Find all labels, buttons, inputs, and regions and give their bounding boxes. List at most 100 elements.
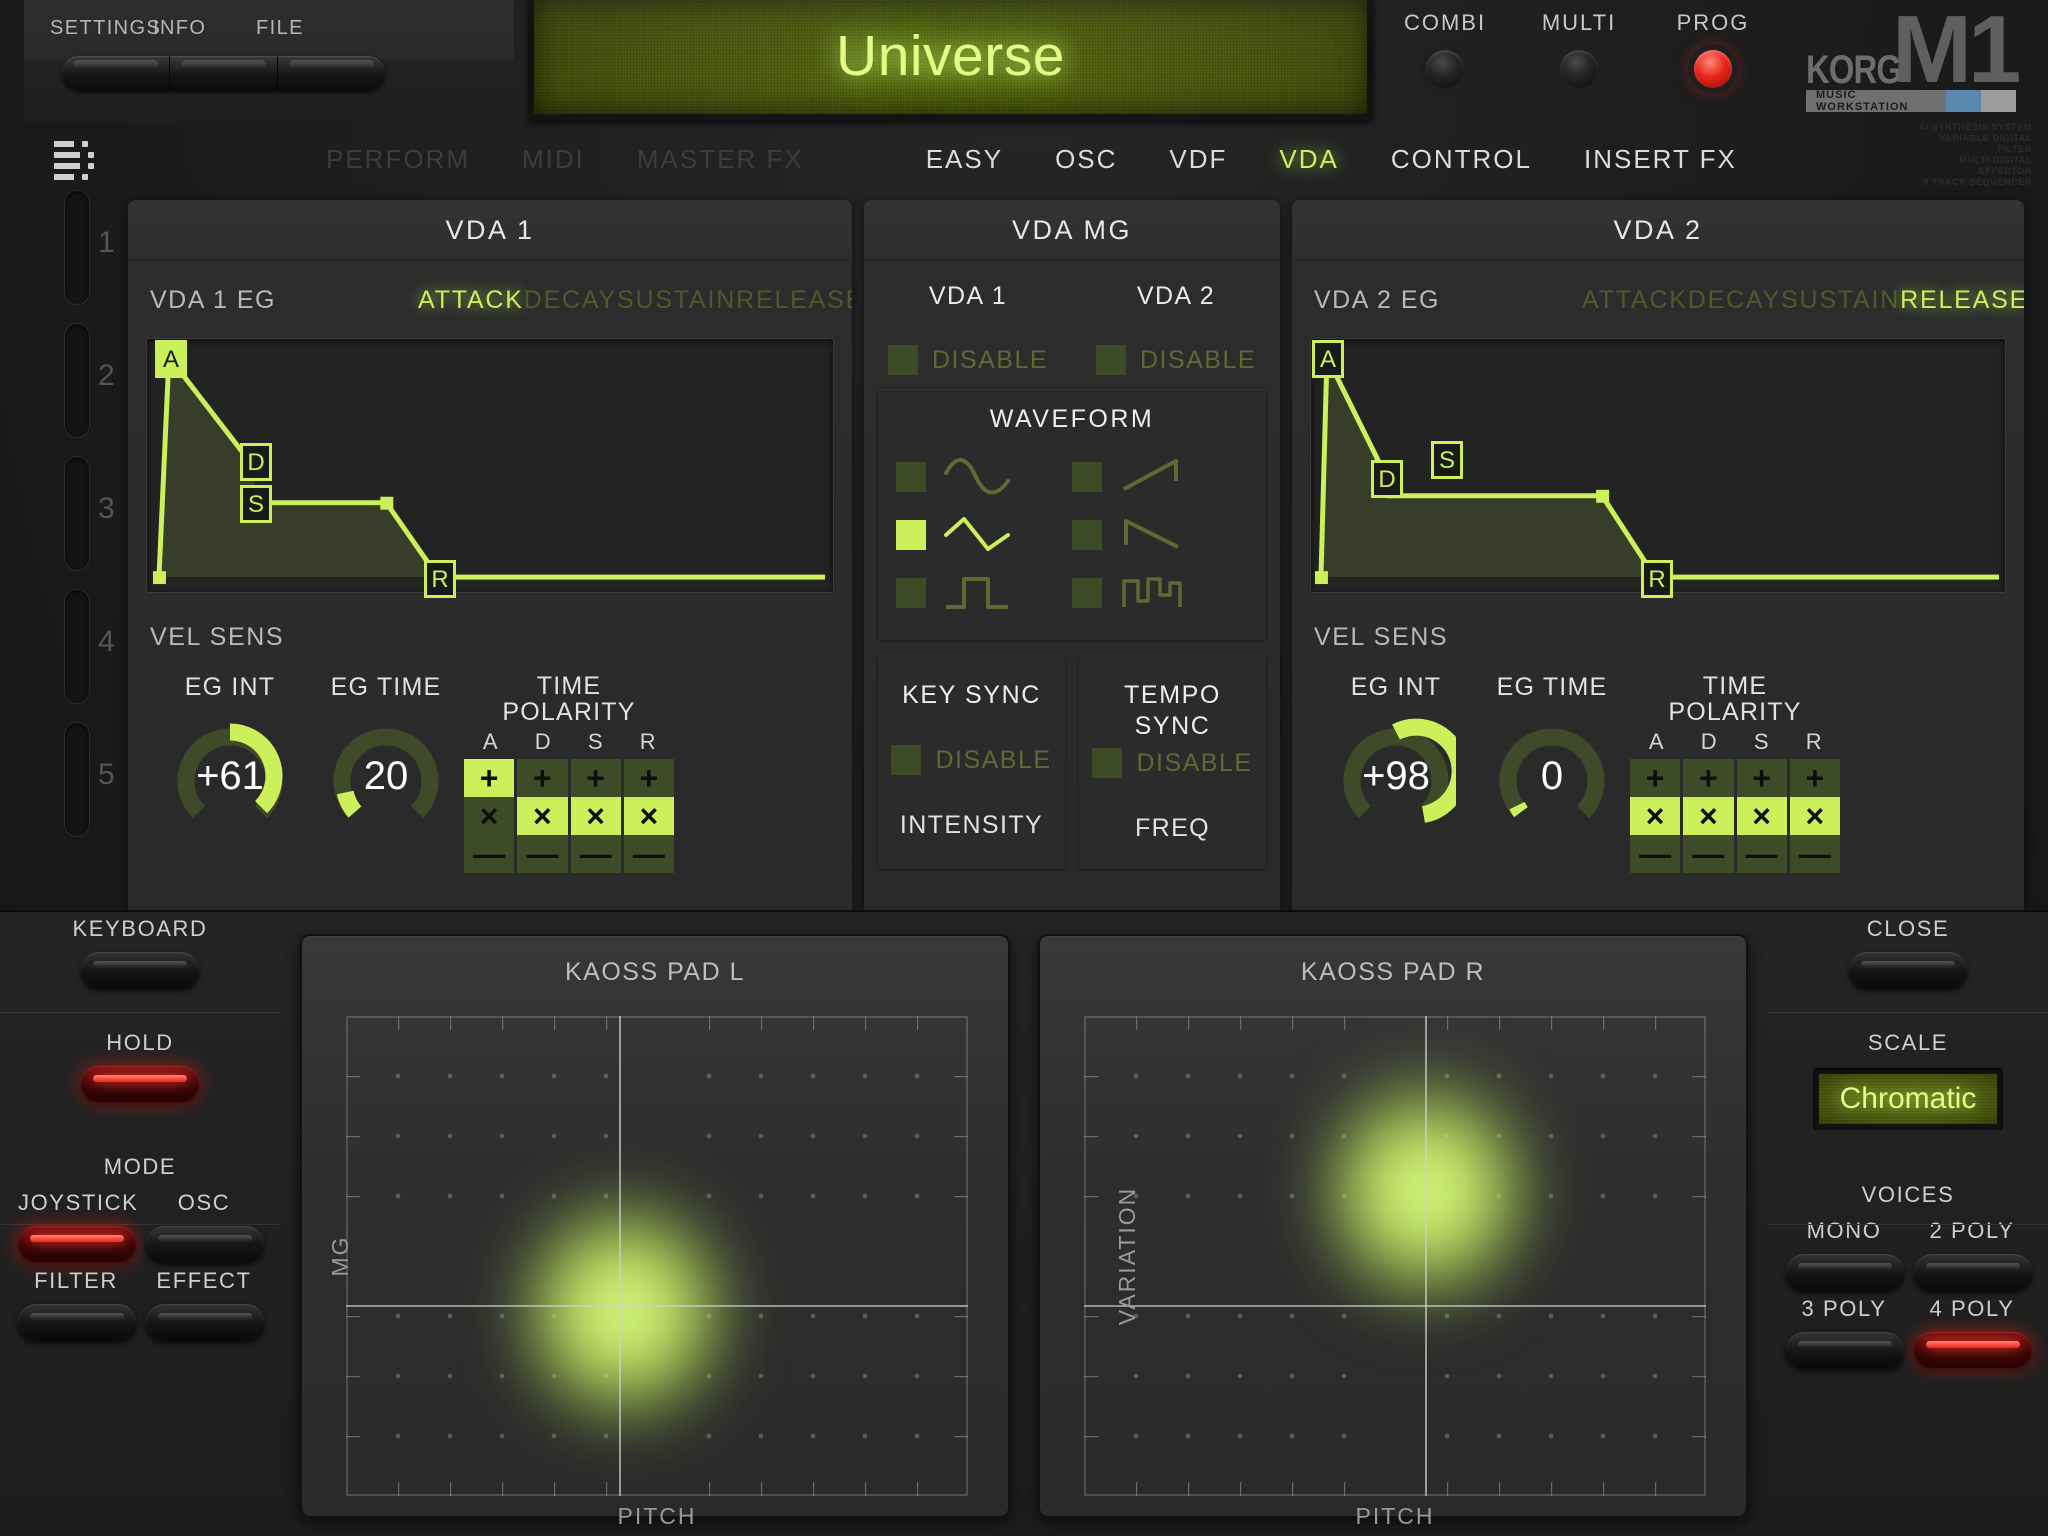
vda1-pol-a-plus[interactable]: + <box>464 759 515 797</box>
kaoss-pad-right[interactable]: KAOSS PAD R VARIATION PITCH <box>1038 934 1748 1529</box>
tab-easy[interactable]: EASY <box>900 144 1029 175</box>
lcd-display[interactable]: Universe <box>528 0 1373 120</box>
vda1-pol-s-cross[interactable]: × <box>570 797 621 835</box>
voices-mono-button[interactable] <box>1786 1254 1904 1290</box>
waveform-option-sine[interactable] <box>896 448 1072 506</box>
vda1-pol-d-plus[interactable]: + <box>517 759 567 797</box>
tab-osc[interactable]: OSC <box>1029 144 1143 175</box>
vda2-node-attack[interactable]: A <box>1312 340 1344 378</box>
vda2-pol-d-plus[interactable]: + <box>1683 759 1733 797</box>
vda1-pol-d-cross[interactable]: × <box>517 797 568 835</box>
combi-mode-button[interactable]: COMBI <box>1390 10 1500 88</box>
key-sync-checkbox[interactable] <box>891 745 922 775</box>
vda1-node-release[interactable]: R <box>424 560 456 598</box>
info-button[interactable] <box>170 56 278 90</box>
vda2-eg-time-knob[interactable]: EG TIME 0 <box>1474 673 1630 836</box>
vda1-node-attack[interactable]: A <box>155 340 187 378</box>
mode-joystick[interactable]: JOYSTICK <box>18 1190 137 1262</box>
multi-mode-button[interactable]: MULTI <box>1524 10 1634 88</box>
tab-midi[interactable]: MIDI <box>496 144 611 175</box>
mg-vda1-toggle[interactable]: DISABLE <box>864 345 1072 375</box>
waveform-step-checkbox[interactable] <box>1072 578 1102 608</box>
kaoss-left-surface[interactable]: MG PITCH <box>327 1016 968 1529</box>
mg-vda2-checkbox[interactable] <box>1095 345 1126 375</box>
vda1-pol-s-plus[interactable]: + <box>571 759 621 797</box>
vda2-eg-int-knob[interactable]: EG INT +98 <box>1318 673 1474 836</box>
tab-master-fx[interactable]: MASTER FX <box>611 144 830 175</box>
vda1-pol-r-cross[interactable]: × <box>623 797 674 835</box>
vda2-pol-a-plus[interactable]: + <box>1630 759 1680 797</box>
vda2-stage-sustain[interactable]: SUSTAIN <box>1781 286 1900 315</box>
vda1-eg-time-dial[interactable]: 20 <box>326 716 446 836</box>
vda1-stage-release[interactable]: RELEASE <box>736 286 852 315</box>
waveform-option-triangle[interactable] <box>896 506 1072 564</box>
tempo-sync-checkbox[interactable] <box>1092 748 1123 778</box>
vda2-pol-r-plus[interactable]: + <box>1790 759 1840 797</box>
voices-2poly-button[interactable] <box>1914 1254 2032 1290</box>
vda2-pol-r-minus[interactable]: — <box>1790 835 1840 873</box>
rail-slider-1[interactable]: 1 <box>64 190 124 305</box>
mode-effect-button[interactable] <box>146 1304 264 1340</box>
vda1-node-decay[interactable]: D <box>240 443 272 481</box>
vda1-node-sustain[interactable]: S <box>240 485 272 523</box>
mode-osc[interactable]: OSC <box>146 1190 264 1262</box>
vda1-pol-a-minus[interactable]: — <box>464 835 514 873</box>
voices-2poly[interactable]: 2 POLY <box>1914 1218 2032 1290</box>
close-button[interactable] <box>1849 952 1967 988</box>
vda2-pol-r-cross[interactable]: × <box>1789 797 1840 835</box>
voices-3poly[interactable]: 3 POLY <box>1786 1296 1904 1368</box>
tab-vda[interactable]: VDA <box>1253 144 1364 175</box>
vda2-node-decay[interactable]: D <box>1371 460 1403 498</box>
vda2-eg-int-dial[interactable]: +98 <box>1336 716 1456 836</box>
tab-perform[interactable]: PERFORM <box>300 144 496 175</box>
file-button[interactable] <box>278 56 385 90</box>
key-sync-toggle[interactable]: DISABLE <box>878 745 1065 775</box>
vda2-pol-a-cross[interactable]: × <box>1630 797 1681 835</box>
kaoss-pad-left[interactable]: KAOSS PAD L MG PITCH <box>300 934 1010 1529</box>
waveform-option-ramp-up[interactable] <box>1072 448 1248 506</box>
mg-vda1-checkbox[interactable] <box>887 345 918 375</box>
vda2-envelope-graph[interactable]: A D S R <box>1310 338 2006 598</box>
rail-slider-5[interactable]: 5 <box>64 722 124 837</box>
mode-joystick-button[interactable] <box>18 1226 136 1262</box>
vda1-eg-int-dial[interactable]: +61 <box>170 716 290 836</box>
waveform-option-step[interactable] <box>1072 564 1248 622</box>
vda1-eg-time-knob[interactable]: EG TIME 20 <box>308 673 464 836</box>
waveform-square-checkbox[interactable] <box>896 578 926 608</box>
kaoss-right-surface[interactable]: VARIATION PITCH <box>1084 1016 1706 1529</box>
waveform-ramp-down-checkbox[interactable] <box>1072 520 1102 550</box>
vda1-stage-attack[interactable]: ATTACK <box>418 286 524 315</box>
vda2-node-release[interactable]: R <box>1641 560 1673 598</box>
tab-vdf[interactable]: VDF <box>1143 144 1253 175</box>
vda1-pol-r-minus[interactable]: — <box>624 835 674 873</box>
waveform-triangle-checkbox[interactable] <box>896 520 926 550</box>
tab-control[interactable]: CONTROL <box>1365 144 1558 175</box>
settings-button[interactable] <box>62 56 170 90</box>
vda2-pol-a-minus[interactable]: — <box>1630 835 1680 873</box>
keyboard-button[interactable] <box>81 952 199 988</box>
vda1-envelope-graph[interactable]: A D S R <box>146 338 834 598</box>
vda1-pol-s-minus[interactable]: — <box>571 835 621 873</box>
voices-4poly-button[interactable] <box>1914 1332 2032 1368</box>
vda2-node-sustain[interactable]: S <box>1431 441 1463 479</box>
vda2-stage-release[interactable]: RELEASE <box>1900 286 2024 315</box>
rail-slider-4[interactable]: 4 <box>64 589 124 704</box>
tempo-sync-toggle[interactable]: DISABLE <box>1079 748 1266 778</box>
vda1-stage-sustain[interactable]: SUSTAIN <box>617 286 736 315</box>
vda1-pol-d-minus[interactable]: — <box>517 835 567 873</box>
vda2-eg-time-dial[interactable]: 0 <box>1492 716 1612 836</box>
vda2-stage-decay[interactable]: DECAY <box>1688 286 1781 315</box>
menu-list-icon[interactable] <box>54 141 98 180</box>
prog-mode-button[interactable]: PROG <box>1658 10 1768 88</box>
voices-mono[interactable]: MONO <box>1786 1218 1904 1290</box>
vda1-stage-decay[interactable]: DECAY <box>524 286 617 315</box>
rail-slider-3[interactable]: 3 <box>64 456 124 571</box>
vda1-eg-int-knob[interactable]: EG INT +61 <box>152 673 308 836</box>
vda1-pol-r-plus[interactable]: + <box>624 759 674 797</box>
vda2-pol-d-cross[interactable]: × <box>1683 797 1734 835</box>
waveform-option-ramp-down[interactable] <box>1072 506 1248 564</box>
mode-filter[interactable]: FILTER <box>18 1268 136 1340</box>
mg-vda2-toggle[interactable]: DISABLE <box>1072 345 1280 375</box>
mode-filter-button[interactable] <box>18 1304 136 1340</box>
waveform-ramp-up-checkbox[interactable] <box>1072 462 1102 492</box>
